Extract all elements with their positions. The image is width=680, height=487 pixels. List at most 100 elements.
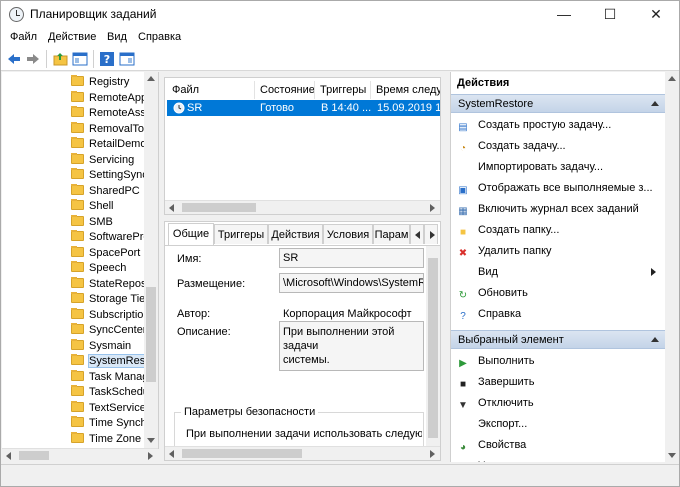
tree-item[interactable]: TaskSchedu <box>71 385 146 400</box>
tree-item[interactable]: Speech <box>71 261 146 276</box>
action-item[interactable]: ▤ Создать простую задачу... <box>457 116 662 134</box>
tree-item[interactable]: SpacePort <box>71 245 146 261</box>
action-item[interactable]: Импортировать задачу... <box>457 158 662 176</box>
tab-scroll-right[interactable] <box>424 224 438 244</box>
column-header-triggers[interactable]: Триггеры <box>315 81 371 99</box>
column-header-state[interactable]: Состояние <box>255 81 315 99</box>
scroll-left-icon[interactable] <box>169 204 174 212</box>
tree-item[interactable]: RemoteApp <box>71 90 146 106</box>
scroll-right-icon[interactable] <box>148 452 153 460</box>
tree-item[interactable]: SoftwarePro <box>71 230 146 245</box>
tree-vertical-scrollbar[interactable] <box>144 72 158 449</box>
clock-icon <box>9 7 24 22</box>
scroll-up-icon[interactable] <box>668 76 676 81</box>
section-systemrestore[interactable]: SystemRestore <box>451 94 665 113</box>
column-header-next-run[interactable]: Время следу <box>371 81 440 99</box>
forward-arrow-icon[interactable] <box>25 51 41 67</box>
tree-item-label: Sysmain <box>89 339 132 352</box>
column-header-name[interactable]: Файл <box>167 81 255 99</box>
location-field[interactable]: \Microsoft\Windows\SystemRes <box>279 273 424 293</box>
menu-file[interactable]: Файл <box>10 31 37 43</box>
section-selected-item[interactable]: Выбранный элемент <box>451 330 665 349</box>
action-item[interactable]: ↻ Обновить <box>457 284 662 302</box>
scroll-right-icon[interactable] <box>430 204 435 212</box>
details-scroll-thumb[interactable] <box>428 258 438 438</box>
tab-actions[interactable]: Действия <box>268 224 323 244</box>
show-hide-action-pane-icon[interactable] <box>119 51 135 67</box>
tasklist-hscroll-thumb[interactable] <box>182 203 256 212</box>
tree-item[interactable]: Sysmain <box>71 338 146 354</box>
close-button[interactable]: ✕ <box>633 1 679 28</box>
scroll-left-icon[interactable] <box>6 452 11 460</box>
details-horizontal-scrollbar[interactable] <box>165 446 440 460</box>
action-item[interactable]: ? Справка <box>457 305 662 323</box>
tree-item[interactable]: SyncCenter <box>71 323 146 338</box>
action-item[interactable]: ✖У <box>457 457 662 462</box>
tree-item[interactable]: Subscriptio <box>71 307 146 323</box>
action-item[interactable]: ▼ Отключить <box>457 394 662 412</box>
tab-conditions[interactable]: Условия <box>323 224 373 244</box>
scroll-right-icon[interactable] <box>430 450 435 458</box>
menu-help[interactable]: Справка <box>138 31 181 43</box>
table-row[interactable]: SR Готово В 14:40 ... 15.09.2019 14:4 <box>167 100 440 116</box>
title-bar[interactable]: Планировщик заданий — ☐ ✕ <box>1 1 679 28</box>
scroll-down-icon[interactable] <box>668 453 676 458</box>
tab-general[interactable]: Общие <box>168 223 214 245</box>
tab-scroll-left[interactable] <box>410 224 424 244</box>
name-field[interactable]: SR <box>279 248 424 268</box>
actions-vertical-scrollbar[interactable] <box>665 72 679 462</box>
help-icon[interactable]: ? <box>99 51 115 67</box>
action-item[interactable]: ✖ Удалить папку <box>457 242 662 260</box>
collapse-icon[interactable] <box>651 337 659 342</box>
tree-item[interactable]: Task Manag <box>71 369 146 385</box>
window-title: Планировщик заданий <box>30 7 157 21</box>
up-folder-icon[interactable] <box>53 51 69 67</box>
action-item[interactable]: Экспорт... <box>457 415 662 433</box>
tree-item[interactable]: Time Synch <box>71 416 146 431</box>
tree-item[interactable]: SMB <box>71 214 146 230</box>
maximize-button[interactable]: ☐ <box>587 1 633 28</box>
action-item[interactable]: ◔ Создать задачу... <box>457 137 662 155</box>
action-item[interactable]: ▣ Отображать все выполняемые з... <box>457 179 662 197</box>
menu-action[interactable]: Действие <box>48 31 96 43</box>
tree-item[interactable]: SharedPC <box>71 183 146 199</box>
scroll-down-icon[interactable] <box>147 438 155 443</box>
tree-item[interactable]: RemoteAss <box>71 106 146 121</box>
menu-view[interactable]: Вид <box>107 31 127 43</box>
tree-hscroll-thumb[interactable] <box>19 451 49 460</box>
description-field[interactable]: При выполнении этой задачи системы. <box>279 321 424 371</box>
action-item[interactable]: ◕ Свойства <box>457 436 662 454</box>
tree-scroll-thumb[interactable] <box>146 287 156 382</box>
folder-tree[interactable]: Registry RemoteApp RemoteAss RemovalToo Reta… <box>2 72 159 449</box>
description-line: системы. <box>283 354 330 366</box>
tree-item[interactable]: SettingSync <box>71 168 146 183</box>
tree-item[interactable]: RemovalToo <box>71 121 146 137</box>
details-hscroll-thumb[interactable] <box>182 449 302 458</box>
tree-item[interactable]: TextServices <box>71 400 146 416</box>
tree-item[interactable]: Storage Tier <box>71 292 146 307</box>
collapse-icon[interactable] <box>651 101 659 106</box>
tree-item[interactable]: StateReposi <box>71 276 146 292</box>
tab-triggers[interactable]: Триггеры <box>214 224 268 244</box>
action-item[interactable]: Вид <box>457 263 662 281</box>
details-vertical-scrollbar[interactable] <box>426 246 440 446</box>
tree-item[interactable]: Shell <box>71 199 146 214</box>
scroll-up-icon[interactable] <box>147 76 155 81</box>
tree-item[interactable]: Registry <box>71 75 146 90</box>
tasklist-horizontal-scrollbar[interactable] <box>165 200 440 214</box>
tab-parameters[interactable]: Парам <box>373 224 410 244</box>
minimize-button[interactable]: — <box>541 1 587 28</box>
action-item[interactable]: ▦ Включить журнал всех заданий <box>457 200 662 218</box>
tree-item[interactable]: Time Zone <box>71 431 146 447</box>
tree-item[interactable]: SystemRest <box>71 354 146 369</box>
action-item[interactable]: ■ Завершить <box>457 373 662 391</box>
action-item[interactable]: ■ Создать папку... <box>457 221 662 239</box>
tree-item[interactable]: RetailDemo <box>71 137 146 152</box>
back-arrow-icon[interactable] <box>6 51 22 67</box>
tree-item[interactable]: Servicing <box>71 152 146 168</box>
action-item[interactable]: ▶ Выполнить <box>457 352 662 370</box>
show-hide-tree-icon[interactable] <box>72 51 88 67</box>
tree-horizontal-scrollbar[interactable] <box>2 448 158 462</box>
scroll-left-icon[interactable] <box>169 450 174 458</box>
tree-item-label: SMB <box>89 215 113 228</box>
